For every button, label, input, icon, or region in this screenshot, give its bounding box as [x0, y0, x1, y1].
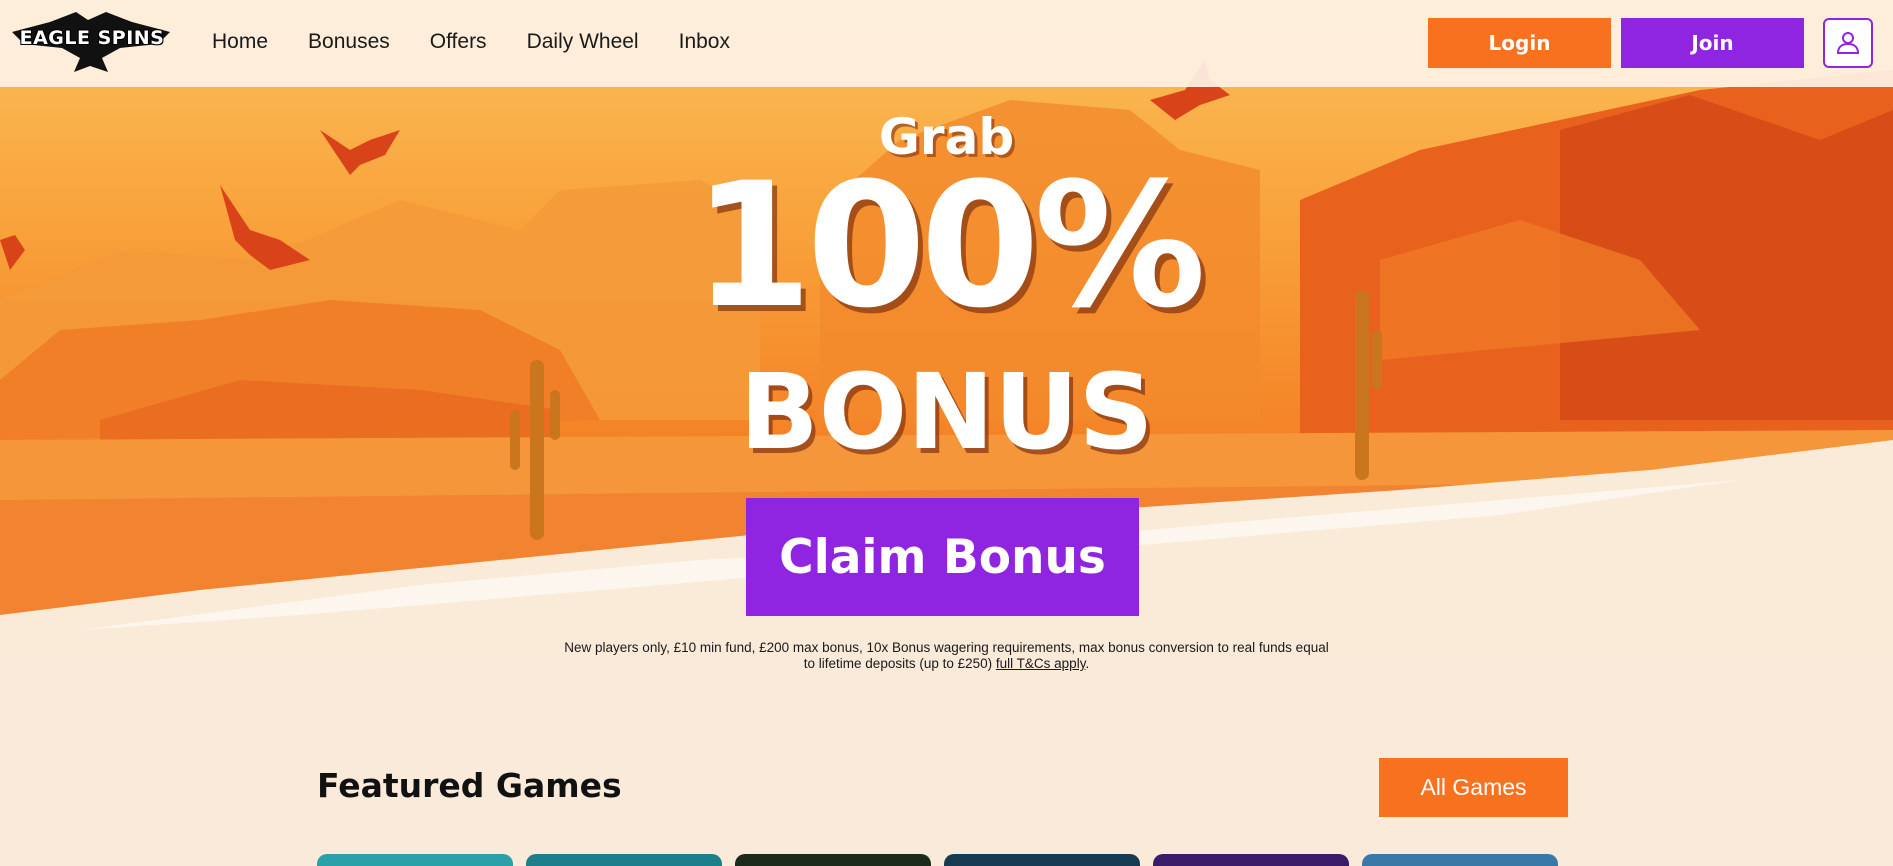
game-tile[interactable] [735, 854, 931, 866]
game-tile[interactable] [317, 854, 513, 866]
bonus-terms: New players only, £10 min fund, £200 max… [560, 640, 1333, 672]
nav-bonuses[interactable]: Bonuses [308, 30, 390, 54]
all-games-button[interactable]: All Games [1379, 758, 1568, 817]
login-button[interactable]: Login [1428, 18, 1611, 68]
terms-link[interactable]: full T&Cs apply [996, 656, 1086, 671]
featured-games-title: Featured Games [317, 766, 622, 805]
nav-offers[interactable]: Offers [430, 30, 487, 54]
game-tile[interactable] [944, 854, 1140, 866]
hero-line-percentage: 100% [692, 145, 1206, 346]
account-button[interactable] [1823, 18, 1873, 68]
site-header: EAGLE SPINS Home Bonuses Offers Daily Wh… [0, 0, 1893, 87]
terms-end: . [1085, 656, 1090, 671]
game-tile[interactable] [526, 854, 722, 866]
logo-text: EAGLE SPINS [19, 27, 165, 49]
eagle-spins-logo[interactable]: EAGLE SPINS [10, 10, 172, 76]
claim-bonus-button[interactable]: Claim Bonus [746, 498, 1139, 616]
nav-daily-wheel[interactable]: Daily Wheel [527, 30, 639, 54]
terms-text: New players only, £10 min fund, £200 max… [564, 640, 1329, 671]
hero-line-bonus: BONUS [739, 351, 1154, 473]
join-button[interactable]: Join [1621, 18, 1804, 68]
main-nav: Home Bonuses Offers Daily Wheel Inbox [212, 30, 730, 54]
nav-home[interactable]: Home [212, 30, 268, 54]
nav-inbox[interactable]: Inbox [679, 30, 730, 54]
user-icon [1836, 32, 1860, 54]
game-tile[interactable] [1362, 854, 1558, 866]
game-tiles-row [317, 854, 1558, 866]
game-tile[interactable] [1153, 854, 1349, 866]
